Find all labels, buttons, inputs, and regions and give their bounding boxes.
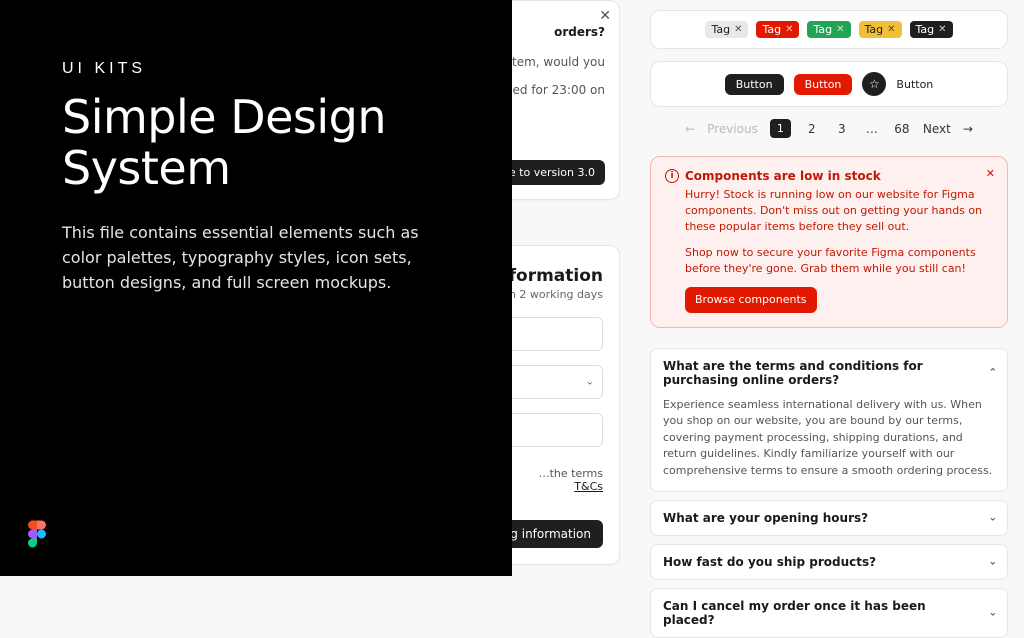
faq-section: What are the terms and conditions for pu… <box>650 348 1008 638</box>
star-icon-button[interactable]: ☆ <box>862 72 886 96</box>
chevron-up-icon: ⌃ <box>989 367 997 378</box>
faq-question: What are your opening hours?⌄ <box>651 501 1007 535</box>
info-icon: i <box>665 169 679 183</box>
tag-yellow[interactable]: Tag✕ <box>859 21 902 38</box>
previous-button: Previous <box>707 122 758 136</box>
close-icon[interactable]: ✕ <box>938 25 946 35</box>
close-icon[interactable]: ✕ <box>785 25 793 35</box>
chevron-down-icon: ⌄ <box>989 513 997 524</box>
chevron-down-icon: ⌄ <box>989 608 997 619</box>
component-showcase: Tag✕ Tag✕ Tag✕ Tag✕ Tag✕ Button Button ☆… <box>640 0 1024 576</box>
page-ellipsis: … <box>863 122 881 136</box>
button-row-panel: Button Button ☆ Button <box>650 61 1008 107</box>
faq-item-4[interactable]: Can I cancel my order once it has been p… <box>650 588 1008 638</box>
arrow-left-icon: ← <box>685 122 695 136</box>
title-panel: UI KITS Simple Design System This file c… <box>0 0 512 576</box>
alert-body: Hurry! Stock is running low on our websi… <box>665 187 993 313</box>
page-3[interactable]: 3 <box>833 122 851 136</box>
faq-question: How fast do you ship products?⌄ <box>651 545 1007 579</box>
close-icon[interactable]: ✕ <box>887 25 895 35</box>
figma-logo-icon <box>28 520 46 552</box>
page-68[interactable]: 68 <box>893 122 911 136</box>
tag-row-panel: Tag✕ Tag✕ Tag✕ Tag✕ Tag✕ <box>650 10 1008 49</box>
tag-black[interactable]: Tag✕ <box>910 21 953 38</box>
close-icon[interactable]: ✕ <box>599 9 611 23</box>
faq-item-1[interactable]: What are the terms and conditions for pu… <box>650 348 1008 493</box>
close-icon[interactable]: ✕ <box>734 25 742 35</box>
tag-red[interactable]: Tag✕ <box>756 21 799 38</box>
page-description: This file contains essential elements su… <box>62 221 422 295</box>
faq-question: What are the terms and conditions for pu… <box>651 349 1007 397</box>
next-button[interactable]: Next <box>923 122 951 136</box>
pagination: ← Previous 1 2 3 … 68 Next → <box>650 119 1008 138</box>
faq-answer: Experience seamless international delive… <box>651 397 1007 492</box>
chevron-down-icon: ⌄ <box>586 377 594 388</box>
chevron-down-icon: ⌄ <box>989 557 997 568</box>
danger-button[interactable]: Button <box>794 74 853 95</box>
arrow-right-icon[interactable]: → <box>963 122 973 136</box>
link-button[interactable]: Button <box>896 78 933 91</box>
terms-link[interactable]: T&Cs <box>574 480 603 493</box>
close-icon[interactable]: ✕ <box>836 25 844 35</box>
alert-title: i Components are low in stock <box>665 169 993 183</box>
close-icon[interactable]: ✕ <box>986 167 995 180</box>
faq-item-2[interactable]: What are your opening hours?⌄ <box>650 500 1008 536</box>
low-stock-alert: ✕ i Components are low in stock Hurry! S… <box>650 156 1008 328</box>
kicker-label: UI KITS <box>62 60 512 78</box>
faq-item-3[interactable]: How fast do you ship products?⌄ <box>650 544 1008 580</box>
page-2[interactable]: 2 <box>803 122 821 136</box>
tag-green[interactable]: Tag✕ <box>807 21 850 38</box>
primary-button[interactable]: Button <box>725 74 784 95</box>
faq-question: Can I cancel my order once it has been p… <box>651 589 1007 637</box>
tag-neutral[interactable]: Tag✕ <box>705 21 748 38</box>
browse-components-button[interactable]: Browse components <box>685 287 817 313</box>
page-title: Simple Design System <box>62 92 512 193</box>
page-1[interactable]: 1 <box>770 119 791 138</box>
